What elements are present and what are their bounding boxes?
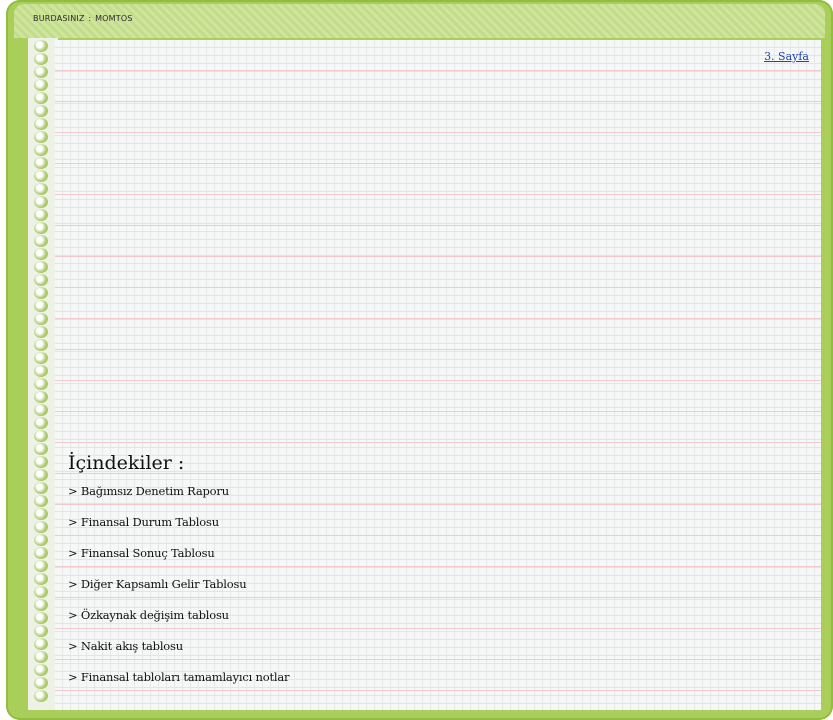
binding-ring xyxy=(34,599,48,611)
notebook-page: 3. Sayfa İçindekiler : > Bağımsız Deneti… xyxy=(55,40,821,710)
binding-ring xyxy=(34,573,48,585)
toc-title: İçindekiler : xyxy=(68,452,185,474)
toc-item-complementary-notes[interactable]: > Finansal tabloları tamamlayıcı notlar xyxy=(68,666,290,697)
binding-ring xyxy=(34,534,48,546)
binding-ring xyxy=(34,131,48,143)
binding-ring xyxy=(34,560,48,572)
binding-ring xyxy=(34,482,48,494)
binding-ring xyxy=(34,521,48,533)
binding-ring xyxy=(34,196,48,208)
binding-ring xyxy=(34,417,48,429)
binding-ring xyxy=(34,469,48,481)
binding-ring xyxy=(34,53,48,65)
binding-ring xyxy=(34,508,48,520)
breadcrumb-separator: : xyxy=(88,14,92,23)
binding-ring xyxy=(34,144,48,156)
toc-item-comprehensive-income[interactable]: > Diğer Kapsamlı Gelir Tablosu xyxy=(68,573,289,604)
binding-ring xyxy=(34,430,48,442)
binding-ring xyxy=(34,391,48,403)
binding-ring xyxy=(34,326,48,338)
toc-item-cash-flow[interactable]: > Nakit akış tablosu xyxy=(68,635,289,666)
binding-ring xyxy=(34,443,48,455)
binding-ring xyxy=(34,677,48,689)
binding-ring xyxy=(34,209,48,221)
toc-item-financial-position[interactable]: > Finansal Durum Tablosu xyxy=(68,511,289,542)
binding-ring xyxy=(34,313,48,325)
binding-ring xyxy=(34,690,48,702)
binding-ring xyxy=(34,79,48,91)
breadcrumb: BURDASINIZ : MOMTOS xyxy=(33,14,133,23)
binding-ring xyxy=(34,547,48,559)
binding-ring xyxy=(34,625,48,637)
binding-ring xyxy=(34,586,48,598)
notebook-spiral-binding xyxy=(28,38,58,710)
toc-list: > Bağımsız Denetim Raporu > Finansal Dur… xyxy=(68,480,290,697)
table-of-contents: İçindekiler : > Bağımsız Denetim Raporu … xyxy=(68,449,290,697)
binding-ring xyxy=(34,222,48,234)
binding-ring xyxy=(34,92,48,104)
binding-ring xyxy=(34,352,48,364)
toc-item-equity-changes[interactable]: > Özkaynak değişim tablosu xyxy=(68,604,289,635)
binding-ring xyxy=(34,157,48,169)
binding-ring xyxy=(34,235,48,247)
binding-ring xyxy=(34,365,48,377)
toc-item-financial-results[interactable]: > Finansal Sonuç Tablosu xyxy=(68,542,289,573)
binding-ring xyxy=(34,183,48,195)
binding-ring xyxy=(34,404,48,416)
binding-ring xyxy=(34,495,48,507)
breadcrumb-current: MOMTOS xyxy=(95,14,133,23)
binding-ring xyxy=(34,105,48,117)
breadcrumb-label: BURDASINIZ xyxy=(33,14,85,23)
binding-ring xyxy=(34,274,48,286)
binding-ring xyxy=(34,651,48,663)
binding-ring xyxy=(34,248,48,260)
binding-ring xyxy=(34,261,48,273)
binding-ring xyxy=(34,118,48,130)
binding-ring xyxy=(34,339,48,351)
binding-ring xyxy=(34,456,48,468)
binding-ring xyxy=(34,66,48,78)
binding-ring xyxy=(34,612,48,624)
binding-ring xyxy=(34,300,48,312)
binding-ring xyxy=(34,40,48,52)
toc-item-independent-audit-report[interactable]: > Bağımsız Denetim Raporu xyxy=(68,480,289,511)
binding-ring xyxy=(34,378,48,390)
binding-ring xyxy=(34,170,48,182)
binding-ring xyxy=(34,638,48,650)
binding-ring xyxy=(34,287,48,299)
page-number-link[interactable]: 3. Sayfa xyxy=(764,50,809,63)
binding-ring xyxy=(34,664,48,676)
